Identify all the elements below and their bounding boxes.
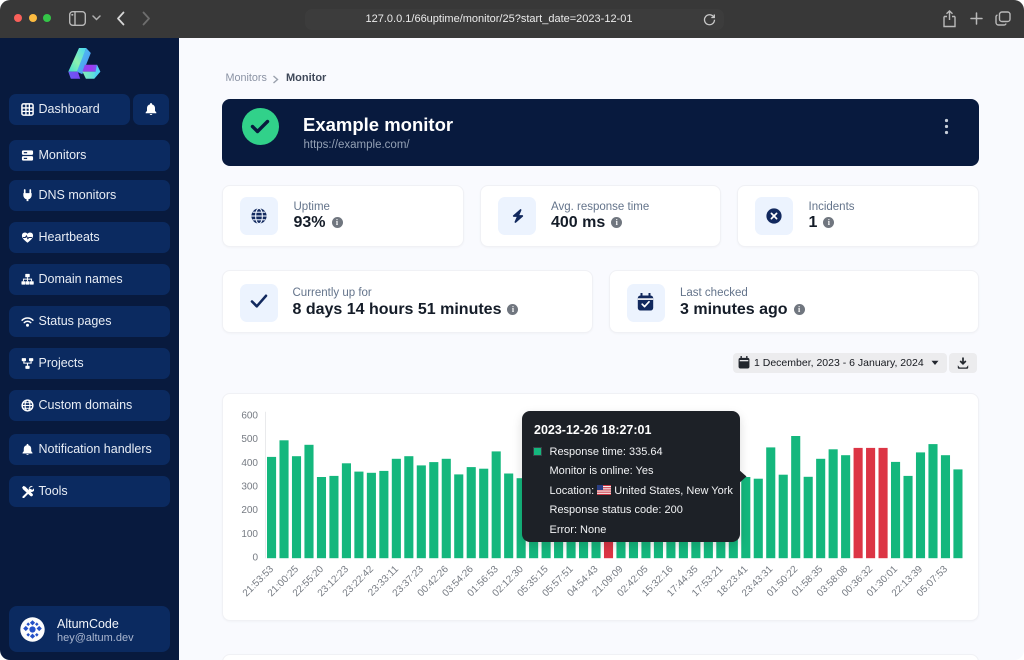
svg-text:300: 300 [241, 482, 258, 493]
svg-text:500: 500 [241, 434, 258, 445]
svg-text:200: 200 [241, 505, 258, 516]
svg-text:0: 0 [252, 553, 258, 564]
svg-text:400: 400 [241, 458, 258, 469]
svg-text:100: 100 [241, 529, 258, 540]
svg-text:600: 600 [241, 410, 258, 421]
